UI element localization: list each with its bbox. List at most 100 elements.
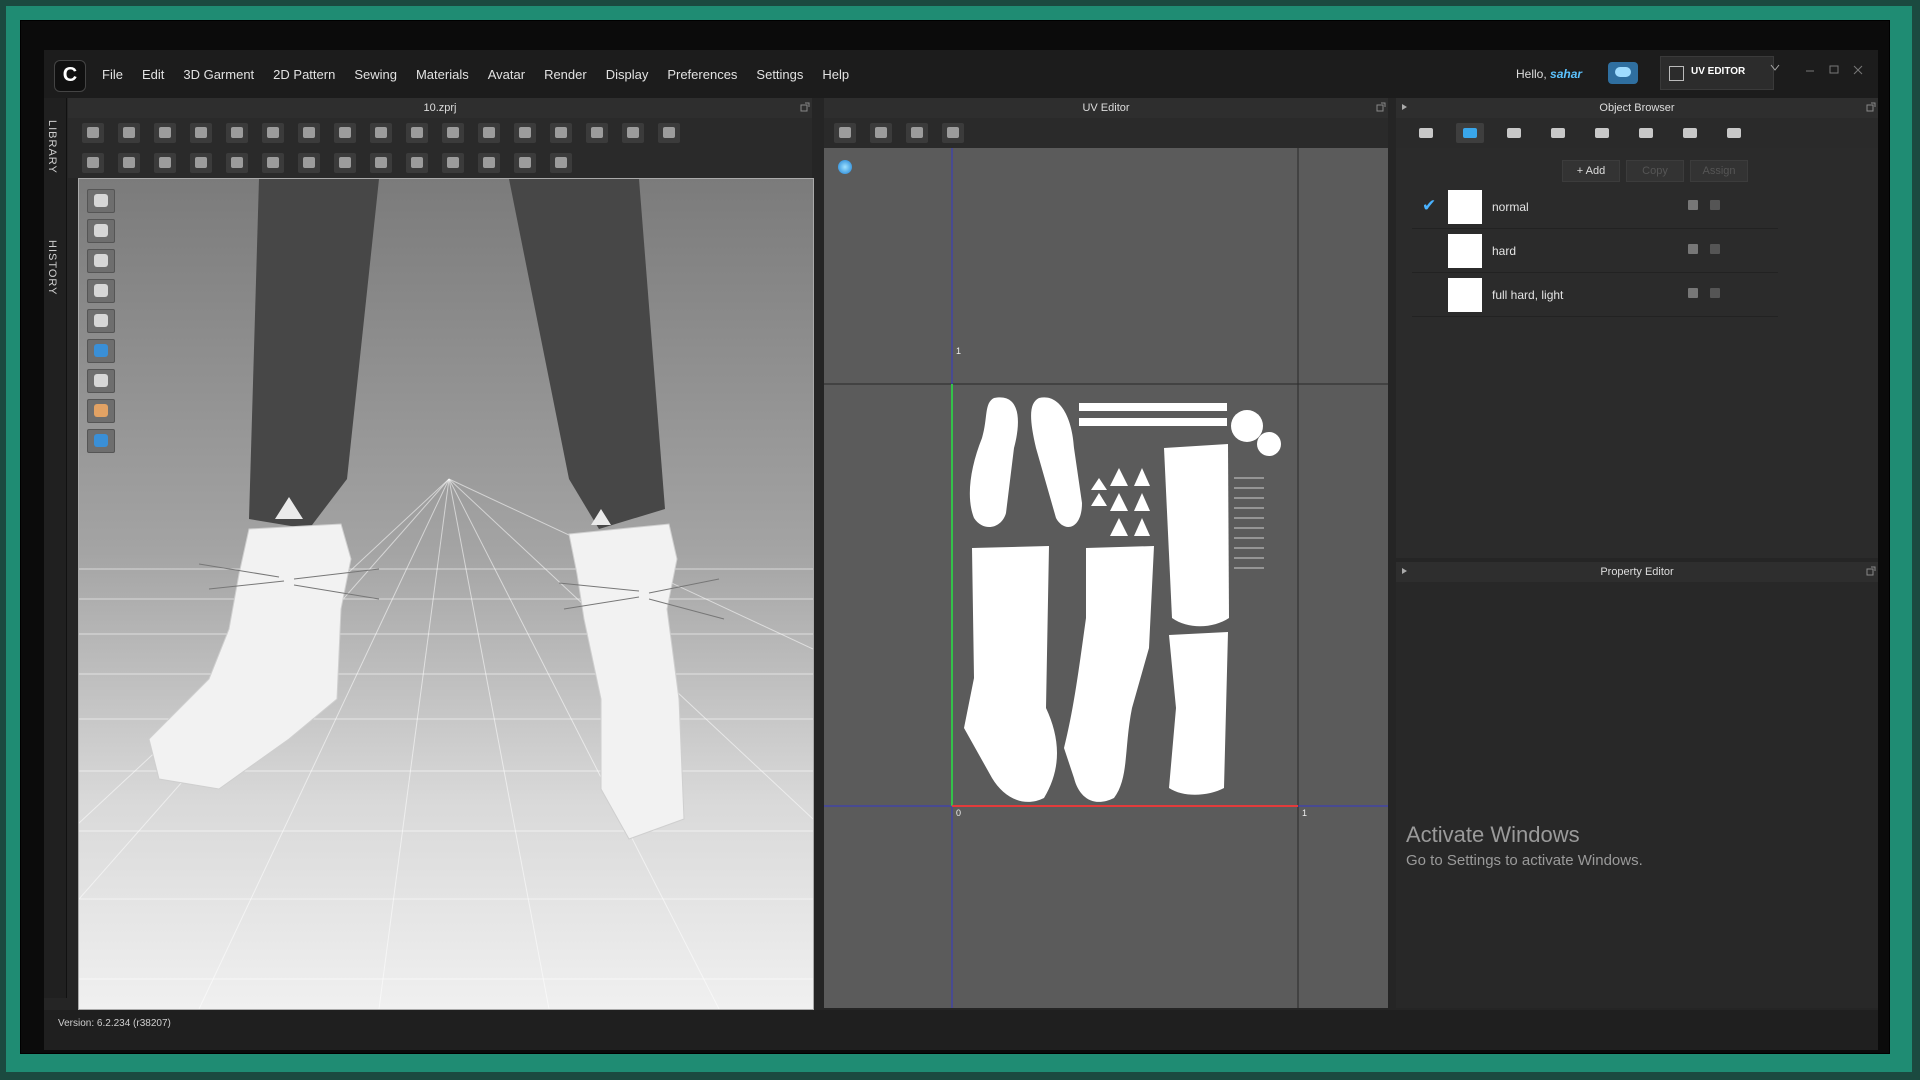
- uv-canvas[interactable]: 1 0 1: [824, 148, 1388, 1008]
- uv-toolbar: [824, 118, 1388, 148]
- 3d-viewport[interactable]: [78, 178, 814, 1010]
- expand-icon[interactable]: [1376, 102, 1386, 112]
- texture-tool[interactable]: [190, 153, 212, 173]
- arrange-tool[interactable]: [478, 123, 500, 143]
- transform-tool[interactable]: [118, 123, 140, 143]
- avatar-tool[interactable]: [586, 123, 608, 143]
- object-browser-tabs: [1396, 118, 1878, 148]
- puckering-tool[interactable]: [442, 153, 464, 173]
- window-controls: [1806, 65, 1863, 75]
- fabric-settings-icon[interactable]: [1688, 288, 1698, 298]
- menu-file[interactable]: File: [102, 67, 123, 82]
- zipper-tool[interactable]: [370, 153, 392, 173]
- menu-3d-garment[interactable]: 3D Garment: [183, 67, 254, 82]
- texture-view-toggle[interactable]: [87, 279, 115, 303]
- button-tab[interactable]: [1500, 123, 1528, 143]
- menu-edit[interactable]: Edit: [142, 67, 164, 82]
- edit-point-tool[interactable]: [154, 153, 176, 173]
- fold-mesh-tool[interactable]: [298, 123, 320, 143]
- uv-snapshot-button[interactable]: [834, 123, 856, 143]
- uv-editor-mode-icon: [1669, 66, 1684, 81]
- pants-tool[interactable]: [550, 123, 572, 143]
- show-avatar-toggle[interactable]: [87, 249, 115, 273]
- uv-arrange-button[interactable]: [942, 123, 964, 143]
- shading-toggle[interactable]: [87, 369, 115, 393]
- fabric-tab[interactable]: [1456, 123, 1484, 143]
- tack-tool[interactable]: [658, 123, 680, 143]
- expand-icon[interactable]: [800, 102, 810, 112]
- show-pattern-toggle[interactable]: [87, 219, 115, 243]
- edit-curve-tool[interactable]: [118, 153, 140, 173]
- menu-render[interactable]: Render: [544, 67, 587, 82]
- measure-tool[interactable]: [370, 123, 392, 143]
- material-item[interactable]: ✔ normal: [1412, 188, 1778, 229]
- uv-camera-button[interactable]: [870, 123, 892, 143]
- menu-settings[interactable]: Settings: [756, 67, 803, 82]
- collapse-arrow-icon[interactable]: [1400, 566, 1410, 576]
- pattern-select-tool[interactable]: [262, 153, 284, 173]
- select-move-tool[interactable]: [82, 123, 104, 143]
- graphic-tool[interactable]: [226, 153, 248, 173]
- collapse-arrow-icon[interactable]: [1400, 102, 1410, 112]
- material-item[interactable]: full hard, light: [1412, 276, 1778, 317]
- garment-tool[interactable]: [190, 123, 212, 143]
- menu-materials[interactable]: Materials: [416, 67, 469, 82]
- brush-tool[interactable]: [154, 123, 176, 143]
- edit-pattern-tool[interactable]: [82, 153, 104, 173]
- shirt-tool[interactable]: [514, 123, 536, 143]
- avatar-view-toggle[interactable]: [87, 309, 115, 333]
- gizmo-tool[interactable]: [550, 153, 572, 173]
- fabric-settings-icon[interactable]: [1688, 244, 1698, 254]
- copy-fabric-button[interactable]: Copy: [1626, 160, 1684, 182]
- mode-switcher[interactable]: UV EDITOR: [1660, 56, 1774, 90]
- add-fabric-button[interactable]: + Add: [1562, 160, 1620, 182]
- fitting-tool[interactable]: [442, 123, 464, 143]
- menu-avatar[interactable]: Avatar: [488, 67, 525, 82]
- seam-tool[interactable]: [406, 123, 428, 143]
- elastic-tool[interactable]: [514, 153, 536, 173]
- menu-sewing[interactable]: Sewing: [354, 67, 397, 82]
- assign-fabric-button[interactable]: Assign: [1690, 160, 1748, 182]
- buttonhole-tool[interactable]: [334, 153, 356, 173]
- fabric-delete-icon[interactable]: [1710, 244, 1720, 254]
- object-browser-title: Object Browser: [1396, 98, 1878, 118]
- skin-toggle[interactable]: [87, 399, 115, 423]
- fold-arrange-tool[interactable]: [262, 123, 284, 143]
- uv-label-origin: 0: [956, 808, 962, 818]
- menu-preferences[interactable]: Preferences: [667, 67, 737, 82]
- cloud-icon[interactable]: [1608, 62, 1638, 84]
- list-view-tab[interactable]: [1412, 123, 1440, 143]
- fabric-delete-icon[interactable]: [1710, 288, 1720, 298]
- left-leg: [249, 179, 379, 529]
- topstitch-tab[interactable]: [1544, 123, 1572, 143]
- trim-tab[interactable]: [1676, 123, 1704, 143]
- uv-move-button[interactable]: [906, 123, 928, 143]
- status-bar: Version: 6.2.234 (r38207): [44, 1010, 1878, 1050]
- pin-tool[interactable]: [622, 123, 644, 143]
- piping-tool[interactable]: [478, 153, 500, 173]
- environment-toggle[interactable]: [87, 429, 115, 453]
- shrink-tool[interactable]: [334, 123, 356, 143]
- button-tool[interactable]: [298, 153, 320, 173]
- menu-display[interactable]: Display: [606, 67, 649, 82]
- measure-tab[interactable]: [1720, 123, 1748, 143]
- user-greeting: Hello, sahar: [1516, 67, 1582, 81]
- topstitch-tool[interactable]: [406, 153, 428, 173]
- puckering-tab[interactable]: [1632, 123, 1660, 143]
- needle-tab[interactable]: [1588, 123, 1616, 143]
- chevron-down-icon[interactable]: [1770, 64, 1780, 72]
- menu-2d-pattern[interactable]: 2D Pattern: [273, 67, 335, 82]
- uv-display-toggle[interactable]: [87, 339, 115, 363]
- show-garment-toggle[interactable]: [87, 189, 115, 213]
- tab-history[interactable]: HISTORY: [46, 240, 58, 296]
- menu-help[interactable]: Help: [822, 67, 849, 82]
- expand-icon[interactable]: [1866, 566, 1876, 576]
- fabric-delete-icon[interactable]: [1710, 200, 1720, 210]
- fold-tool[interactable]: [226, 123, 248, 143]
- tab-library[interactable]: LIBRARY: [46, 120, 58, 174]
- fabric-settings-icon[interactable]: [1688, 200, 1698, 210]
- watermark-title: Activate Windows: [1406, 822, 1580, 847]
- expand-icon[interactable]: [1866, 102, 1876, 112]
- material-item[interactable]: hard: [1412, 232, 1778, 273]
- username[interactable]: sahar: [1550, 67, 1582, 81]
